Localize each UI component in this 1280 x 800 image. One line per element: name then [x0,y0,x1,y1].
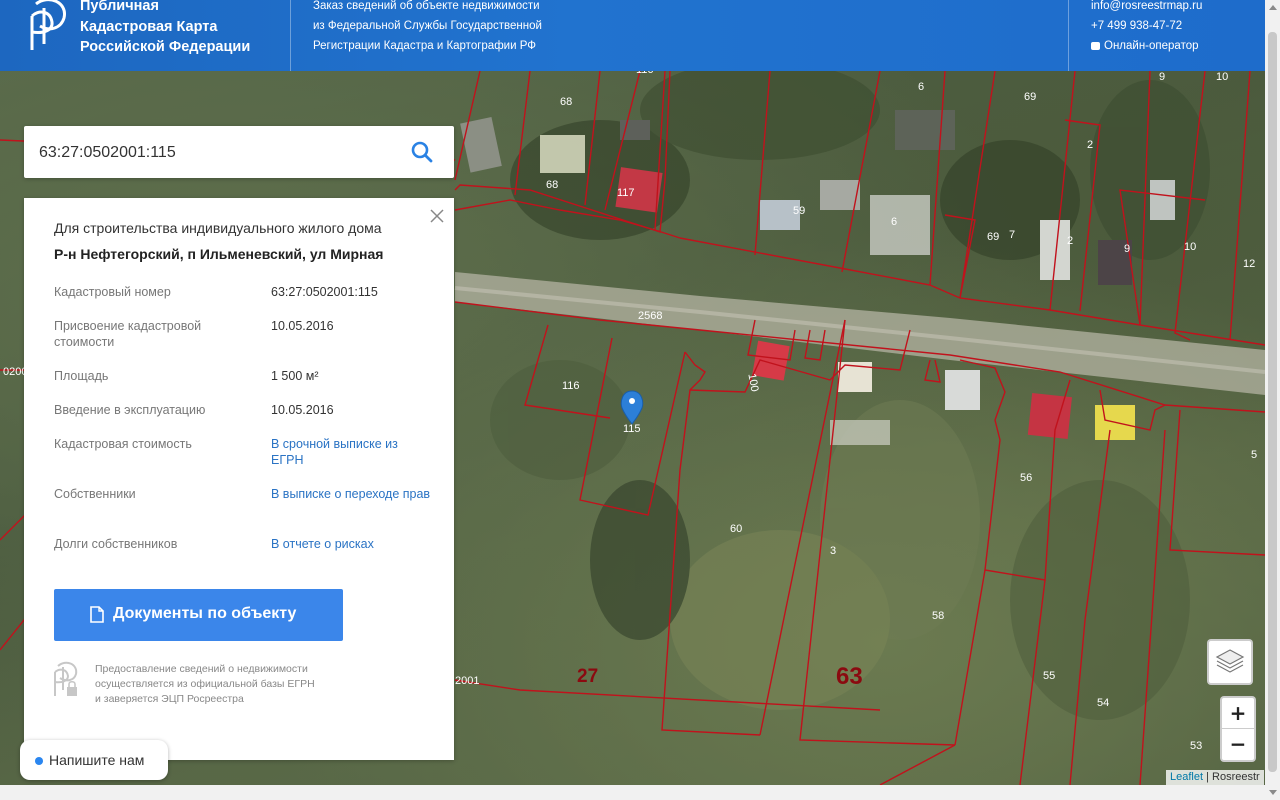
parcel-label: 69 [987,231,999,243]
parcel-label: 6 [891,216,897,228]
parcel-label: 10 [1216,71,1228,83]
online-status-dot [35,757,43,765]
parcel-label: 117 [617,187,635,199]
info-row-value: 1 500 м² [271,369,319,383]
parcel-label: 68 [546,179,558,191]
risk-report-link[interactable]: В отчете о рисках [271,536,431,552]
site-logo-icon[interactable] [26,0,68,50]
info-row-label: Площадь [54,369,109,383]
email-link[interactable]: info@rosreestrmap.ru [1091,0,1202,16]
parcel-label: 69 [1024,91,1036,103]
egrn-note: Предоставление сведений о недвижимости о… [95,662,315,707]
scroll-down-icon[interactable] [1269,790,1277,795]
parcel-label: 100 [745,373,760,393]
district-label: 27 [577,666,598,687]
urgent-extract-link[interactable]: В срочной выписке из ЕГРН [271,436,431,468]
rights-transfer-link[interactable]: В выписке о переходе прав [271,486,431,502]
parcel-label: 9 [1159,71,1165,83]
district-label: 63 [836,663,863,690]
parcel-label: 116 [636,71,654,76]
layers-button[interactable] [1207,639,1253,685]
parcel-label: 2001 [455,675,479,687]
parcel-label: 7 [1009,229,1015,241]
header-info-line: Регистрации Кадастра и Картографии РФ [313,40,536,52]
info-row-label: Долги собственников [54,537,178,551]
parcel-label: 5 [1251,449,1257,461]
parcel-label: 2568 [638,310,662,322]
leaflet-link[interactable]: Leaflet [1170,771,1203,783]
attribution-source: Rosreestr [1212,771,1260,783]
layers-icon [1215,649,1245,673]
parcel-label: 60 [730,523,742,535]
parcel-label: 58 [932,610,944,622]
site-title[interactable]: Публичная Кадастровая Карта Российской Ф… [80,0,250,58]
egrn-note-line: и заверяется ЭЦП Росреестра [95,693,244,705]
parcel-label: 6 [918,81,924,93]
parcel-label: 59 [793,205,805,217]
parcel-label: 53 [1190,740,1202,752]
site-header: Публичная Кадастровая Карта Российской Ф… [0,0,1265,71]
parcel-label: 2 [1087,139,1093,151]
search-box [24,126,454,180]
object-info-panel: Для строительства индивидуального жилого… [24,198,454,760]
search-icon[interactable] [410,140,434,164]
parcel-label: 9 [1124,243,1130,255]
chat-widget-label: Напишите нам [49,752,145,768]
info-row-label: Кадастровая стоимость [54,437,192,451]
site-title-line: Кадастровая Карта [80,18,218,35]
parcel-label: 2 [1067,235,1073,247]
info-row-label: Введение в эксплуатацию [54,403,206,417]
info-row-value: 63:27:0502001:115 [271,285,378,299]
egrn-note-line: осуществляется из официальной базы ЕГРН [95,678,315,690]
close-icon[interactable] [428,207,446,225]
chat-widget-button[interactable]: Напишите нам [20,740,168,780]
parcel-label: 3 [830,545,836,557]
online-operator-link[interactable]: Онлайн-оператор [1091,36,1202,56]
info-row-label: Кадастровый номер [54,285,171,299]
parcel-label: 10 [1184,241,1196,253]
horizontal-scrollbar[interactable] [0,785,1265,800]
zoom-control: + − [1220,696,1256,762]
egrn-lock-icon [54,661,78,696]
scroll-up-icon[interactable] [1269,5,1277,10]
parcel-label: 55 [1043,670,1055,682]
object-documents-button[interactable]: Документы по объекту [54,589,343,641]
object-purpose: Для строительства индивидуального жилого… [54,220,382,236]
parcel-label: 115 [623,423,641,435]
online-operator-label: Онлайн-оператор [1104,40,1199,52]
phone-link[interactable]: +7 499 938-47-72 [1091,16,1202,36]
search-input[interactable] [37,126,401,180]
map-attribution: Leaflet | Rosreestr [1166,770,1264,785]
object-address: Р-н Нефтегорский, п Ильменевский, ул Мир… [54,246,384,262]
site-title-line: Публичная [80,0,159,14]
documents-button-label: Документы по объекту [113,605,297,622]
header-divider [290,0,291,71]
site-title-line: Российской Федерации [80,39,251,55]
vertical-scrollbar[interactable] [1265,0,1280,800]
header-info-line: из Федеральной Службы Государственной [313,20,542,32]
header-divider [1068,0,1069,71]
info-row-value: 10.05.2016 [271,403,334,417]
parcel-label: 56 [1020,472,1032,484]
info-row-label: Присвоение кадастровой стоимости [54,319,202,349]
parcel-label: 68 [560,96,572,108]
zoom-out-button[interactable]: − [1222,729,1254,759]
zoom-in-button[interactable]: + [1222,698,1254,729]
header-info: Заказ сведений об объекте недвижимости и… [313,0,542,56]
document-icon [90,606,104,623]
parcel-label: 54 [1097,697,1109,709]
parcel-label: 116 [562,380,580,392]
scrollbar-thumb[interactable] [1268,32,1277,772]
header-info-line: Заказ сведений об объекте недвижимости [313,0,540,12]
egrn-note-line: Предоставление сведений о недвижимости [95,663,308,675]
header-contacts: info@rosreestrmap.ru +7 499 938-47-72 Он… [1091,0,1202,56]
info-row-value: 10.05.2016 [271,319,334,333]
info-row-label: Собственники [54,487,136,501]
chat-bubble-icon [1091,42,1100,50]
attribution-separator: | [1203,771,1213,783]
parcel-label: 12 [1243,258,1255,270]
